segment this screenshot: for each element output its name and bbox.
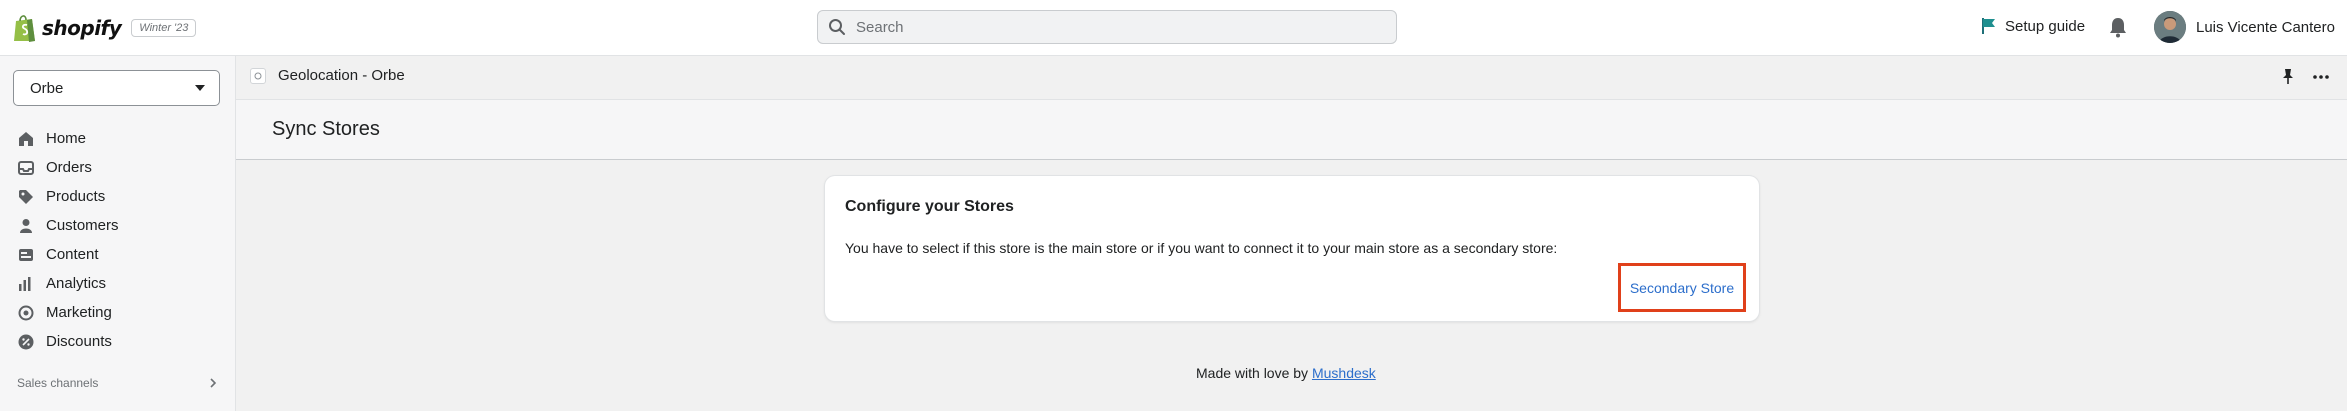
person-icon bbox=[20, 218, 32, 233]
card-title: Configure your Stores bbox=[845, 198, 1014, 215]
bell-icon bbox=[2110, 18, 2126, 38]
sidebar-item-products[interactable]: Products bbox=[0, 182, 236, 211]
sidebar-item-content[interactable]: Content bbox=[0, 240, 236, 269]
user-menu[interactable]: Luis Vicente Cantero bbox=[2154, 11, 2335, 43]
shopify-logo[interactable]: shopify Winter '23 bbox=[12, 13, 197, 43]
search-icon bbox=[829, 19, 845, 35]
bar-chart-icon bbox=[19, 276, 31, 291]
target-icon bbox=[18, 305, 34, 320]
sidebar-item-label: Analytics bbox=[46, 275, 107, 292]
mushdesk-link[interactable]: Mushdesk bbox=[1312, 365, 1376, 381]
app-title-text: Geolocation - Orbe bbox=[278, 67, 405, 84]
sidebar-item-label: Customers bbox=[46, 217, 119, 234]
page-title: Sync Stores bbox=[272, 118, 380, 140]
pin-button[interactable] bbox=[2281, 68, 2295, 91]
sales-channels-label: Sales channels bbox=[17, 376, 99, 390]
sales-channels-header[interactable]: Sales channels bbox=[17, 376, 217, 390]
footer-text: Made with love by bbox=[1196, 365, 1309, 381]
configure-stores-card: Configure your Stores You have to select… bbox=[825, 176, 1759, 321]
store-selector[interactable]: Orbe bbox=[13, 70, 220, 106]
sidebar-item-label: Home bbox=[46, 130, 87, 147]
app-title: Geolocation - Orbe bbox=[250, 67, 405, 84]
store-name: Orbe bbox=[30, 79, 64, 97]
flag-icon bbox=[1982, 18, 1995, 34]
sidebar-item-discounts[interactable]: Discounts bbox=[0, 327, 236, 356]
sidebar-item-home[interactable]: Home bbox=[0, 124, 236, 153]
footer: Made with love by Mushdesk bbox=[1196, 365, 1376, 381]
sidebar-item-analytics[interactable]: Analytics bbox=[0, 269, 236, 298]
user-name: Luis Vicente Cantero bbox=[2196, 18, 2335, 36]
pin-icon bbox=[2283, 69, 2293, 84]
search-input[interactable] bbox=[854, 17, 1378, 37]
notifications-button[interactable] bbox=[2108, 16, 2128, 43]
sidebar-nav: Home Orders Products Customers Content A… bbox=[0, 124, 236, 356]
tag-icon bbox=[19, 189, 33, 204]
sidebar-item-label: Content bbox=[46, 246, 99, 263]
sidebar-item-customers[interactable]: Customers bbox=[0, 211, 236, 240]
shopify-bag-icon bbox=[14, 15, 35, 42]
sidebar-item-label: Orders bbox=[46, 159, 92, 176]
sidebar-item-label: Marketing bbox=[46, 304, 112, 321]
more-horizontal-icon bbox=[2313, 75, 2329, 79]
home-icon bbox=[19, 131, 33, 146]
logo-text: shopify bbox=[42, 16, 122, 40]
more-actions-button[interactable] bbox=[2312, 68, 2330, 91]
setup-guide-button[interactable]: Setup guide bbox=[1981, 17, 2085, 35]
app-icon bbox=[250, 67, 266, 84]
edition-badge: Winter '23 bbox=[131, 19, 197, 37]
setup-guide-label: Setup guide bbox=[2005, 17, 2086, 35]
top-bar: shopify Winter '23 Setup guide bbox=[0, 0, 2347, 56]
app-bar: Geolocation - Orbe bbox=[236, 56, 2347, 100]
sidebar: Orbe Home Orders Products Customers Cont… bbox=[0, 56, 236, 411]
user-avatar-icon bbox=[2154, 11, 2186, 43]
sidebar-item-orders[interactable]: Orders bbox=[0, 153, 236, 182]
orders-icon bbox=[18, 160, 34, 175]
avatar bbox=[2154, 11, 2186, 43]
sidebar-item-marketing[interactable]: Marketing bbox=[0, 298, 236, 327]
discount-icon bbox=[18, 334, 34, 349]
search-bar[interactable] bbox=[817, 10, 1397, 44]
chevron-right-icon bbox=[210, 378, 217, 388]
page-header: Sync Stores bbox=[236, 100, 2347, 160]
sidebar-item-label: Products bbox=[46, 188, 106, 205]
card-description: You have to select if this store is the … bbox=[845, 240, 1558, 256]
caret-down-icon bbox=[195, 85, 205, 91]
secondary-store-button[interactable]: Secondary Store bbox=[1618, 263, 1746, 312]
sidebar-item-label: Discounts bbox=[46, 333, 112, 350]
content-icon bbox=[19, 248, 33, 261]
